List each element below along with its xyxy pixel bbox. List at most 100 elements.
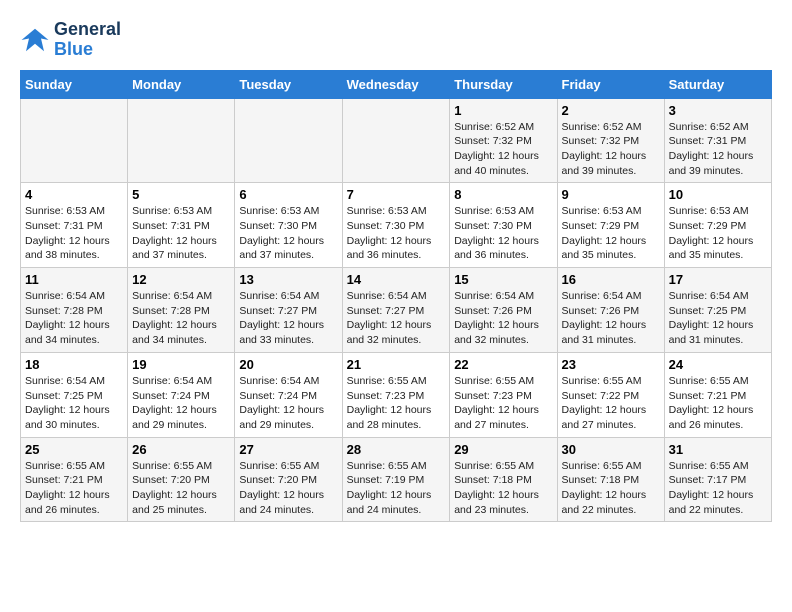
day-cell: 12 Sunrise: 6:54 AM Sunset: 7:28 PM Dayli… [128,268,235,353]
day-info: Sunrise: 6:54 AM Sunset: 7:24 PM Dayligh… [132,374,230,433]
day-number: 8 [454,187,552,202]
day-info: Sunrise: 6:53 AM Sunset: 7:29 PM Dayligh… [669,204,767,263]
day-cell: 27 Sunrise: 6:55 AM Sunset: 7:20 PM Dayli… [235,437,342,522]
day-number: 12 [132,272,230,287]
week-row-5: 25 Sunrise: 6:55 AM Sunset: 7:21 PM Dayli… [21,437,772,522]
day-info: Sunrise: 6:52 AM Sunset: 7:32 PM Dayligh… [562,120,660,179]
day-number: 6 [239,187,337,202]
day-cell: 7 Sunrise: 6:53 AM Sunset: 7:30 PM Daylig… [342,183,450,268]
day-cell: 14 Sunrise: 6:54 AM Sunset: 7:27 PM Dayli… [342,268,450,353]
day-number: 21 [347,357,446,372]
day-cell: 13 Sunrise: 6:54 AM Sunset: 7:27 PM Dayli… [235,268,342,353]
day-cell [128,98,235,183]
day-number: 17 [669,272,767,287]
day-number: 7 [347,187,446,202]
day-number: 18 [25,357,123,372]
day-cell: 16Sunrise: 6:54 AM Sunset: 7:26 PM Dayli… [557,268,664,353]
day-number: 4 [25,187,123,202]
day-info: Sunrise: 6:53 AM Sunset: 7:29 PM Dayligh… [562,204,660,263]
day-info: Sunrise: 6:55 AM Sunset: 7:22 PM Dayligh… [562,374,660,433]
day-cell: 26 Sunrise: 6:55 AM Sunset: 7:20 PM Dayli… [128,437,235,522]
day-cell: 19 Sunrise: 6:54 AM Sunset: 7:24 PM Dayli… [128,352,235,437]
day-cell: 1 Sunrise: 6:52 AM Sunset: 7:32 PM Daylig… [450,98,557,183]
day-cell: 15Sunrise: 6:54 AM Sunset: 7:26 PM Dayli… [450,268,557,353]
day-info: Sunrise: 6:55 AM Sunset: 7:23 PM Dayligh… [454,374,552,433]
day-info: Sunrise: 6:53 AM Sunset: 7:31 PM Dayligh… [25,204,123,263]
day-info: Sunrise: 6:55 AM Sunset: 7:18 PM Dayligh… [562,459,660,518]
day-cell: 21Sunrise: 6:55 AM Sunset: 7:23 PM Dayli… [342,352,450,437]
logo: General Blue [20,20,121,60]
day-info: Sunrise: 6:53 AM Sunset: 7:31 PM Dayligh… [132,204,230,263]
day-number: 14 [347,272,446,287]
day-info: Sunrise: 6:53 AM Sunset: 7:30 PM Dayligh… [454,204,552,263]
day-cell: 3Sunrise: 6:52 AM Sunset: 7:31 PM Daylig… [664,98,771,183]
day-cell: 20 Sunrise: 6:54 AM Sunset: 7:24 PM Dayli… [235,352,342,437]
day-cell [21,98,128,183]
page-header: General Blue [20,20,772,60]
day-number: 23 [562,357,660,372]
day-number: 29 [454,442,552,457]
day-number: 27 [239,442,337,457]
day-cell: 22 Sunrise: 6:55 AM Sunset: 7:23 PM Dayli… [450,352,557,437]
day-number: 2 [562,103,660,118]
day-number: 13 [239,272,337,287]
day-cell: 25 Sunrise: 6:55 AM Sunset: 7:21 PM Dayli… [21,437,128,522]
day-cell [235,98,342,183]
day-info: Sunrise: 6:52 AM Sunset: 7:32 PM Dayligh… [454,120,552,179]
day-cell: 17 Sunrise: 6:54 AM Sunset: 7:25 PM Dayli… [664,268,771,353]
day-info: Sunrise: 6:55 AM Sunset: 7:20 PM Dayligh… [132,459,230,518]
day-cell: 8 Sunrise: 6:53 AM Sunset: 7:30 PM Daylig… [450,183,557,268]
day-info: Sunrise: 6:54 AM Sunset: 7:28 PM Dayligh… [132,289,230,348]
day-info: Sunrise: 6:55 AM Sunset: 7:19 PM Dayligh… [347,459,446,518]
day-info: Sunrise: 6:55 AM Sunset: 7:20 PM Dayligh… [239,459,337,518]
day-cell: 2 Sunrise: 6:52 AM Sunset: 7:32 PM Daylig… [557,98,664,183]
header-wednesday: Wednesday [342,70,450,98]
day-info: Sunrise: 6:54 AM Sunset: 7:24 PM Dayligh… [239,374,337,433]
day-cell: 4 Sunrise: 6:53 AM Sunset: 7:31 PM Daylig… [21,183,128,268]
day-cell: 31Sunrise: 6:55 AM Sunset: 7:17 PM Dayli… [664,437,771,522]
day-number: 3 [669,103,767,118]
day-number: 30 [562,442,660,457]
header-saturday: Saturday [664,70,771,98]
week-row-4: 18 Sunrise: 6:54 AM Sunset: 7:25 PM Dayli… [21,352,772,437]
day-cell: 11 Sunrise: 6:54 AM Sunset: 7:28 PM Dayli… [21,268,128,353]
day-info: Sunrise: 6:55 AM Sunset: 7:21 PM Dayligh… [669,374,767,433]
day-cell: 5 Sunrise: 6:53 AM Sunset: 7:31 PM Daylig… [128,183,235,268]
day-info: Sunrise: 6:54 AM Sunset: 7:26 PM Dayligh… [454,289,552,348]
day-info: Sunrise: 6:53 AM Sunset: 7:30 PM Dayligh… [239,204,337,263]
day-info: Sunrise: 6:53 AM Sunset: 7:30 PM Dayligh… [347,204,446,263]
day-cell: 28Sunrise: 6:55 AM Sunset: 7:19 PM Dayli… [342,437,450,522]
day-info: Sunrise: 6:55 AM Sunset: 7:21 PM Dayligh… [25,459,123,518]
header-thursday: Thursday [450,70,557,98]
day-number: 24 [669,357,767,372]
calendar-table: SundayMondayTuesdayWednesdayThursdayFrid… [20,70,772,523]
header-tuesday: Tuesday [235,70,342,98]
day-cell: 24 Sunrise: 6:55 AM Sunset: 7:21 PM Dayli… [664,352,771,437]
day-number: 5 [132,187,230,202]
day-number: 20 [239,357,337,372]
header-friday: Friday [557,70,664,98]
day-info: Sunrise: 6:54 AM Sunset: 7:27 PM Dayligh… [347,289,446,348]
logo-icon [20,25,50,55]
day-number: 25 [25,442,123,457]
day-info: Sunrise: 6:54 AM Sunset: 7:28 PM Dayligh… [25,289,123,348]
day-number: 26 [132,442,230,457]
week-row-1: 1 Sunrise: 6:52 AM Sunset: 7:32 PM Daylig… [21,98,772,183]
day-number: 10 [669,187,767,202]
day-number: 1 [454,103,552,118]
day-number: 22 [454,357,552,372]
week-row-3: 11 Sunrise: 6:54 AM Sunset: 7:28 PM Dayli… [21,268,772,353]
day-info: Sunrise: 6:54 AM Sunset: 7:25 PM Dayligh… [25,374,123,433]
day-info: Sunrise: 6:54 AM Sunset: 7:27 PM Dayligh… [239,289,337,348]
day-number: 9 [562,187,660,202]
day-cell: 29Sunrise: 6:55 AM Sunset: 7:18 PM Dayli… [450,437,557,522]
day-cell: 18 Sunrise: 6:54 AM Sunset: 7:25 PM Dayli… [21,352,128,437]
day-cell: 6 Sunrise: 6:53 AM Sunset: 7:30 PM Daylig… [235,183,342,268]
day-cell [342,98,450,183]
header-sunday: Sunday [21,70,128,98]
day-number: 31 [669,442,767,457]
day-info: Sunrise: 6:54 AM Sunset: 7:25 PM Dayligh… [669,289,767,348]
day-cell: 23 Sunrise: 6:55 AM Sunset: 7:22 PM Dayli… [557,352,664,437]
day-number: 11 [25,272,123,287]
day-number: 19 [132,357,230,372]
